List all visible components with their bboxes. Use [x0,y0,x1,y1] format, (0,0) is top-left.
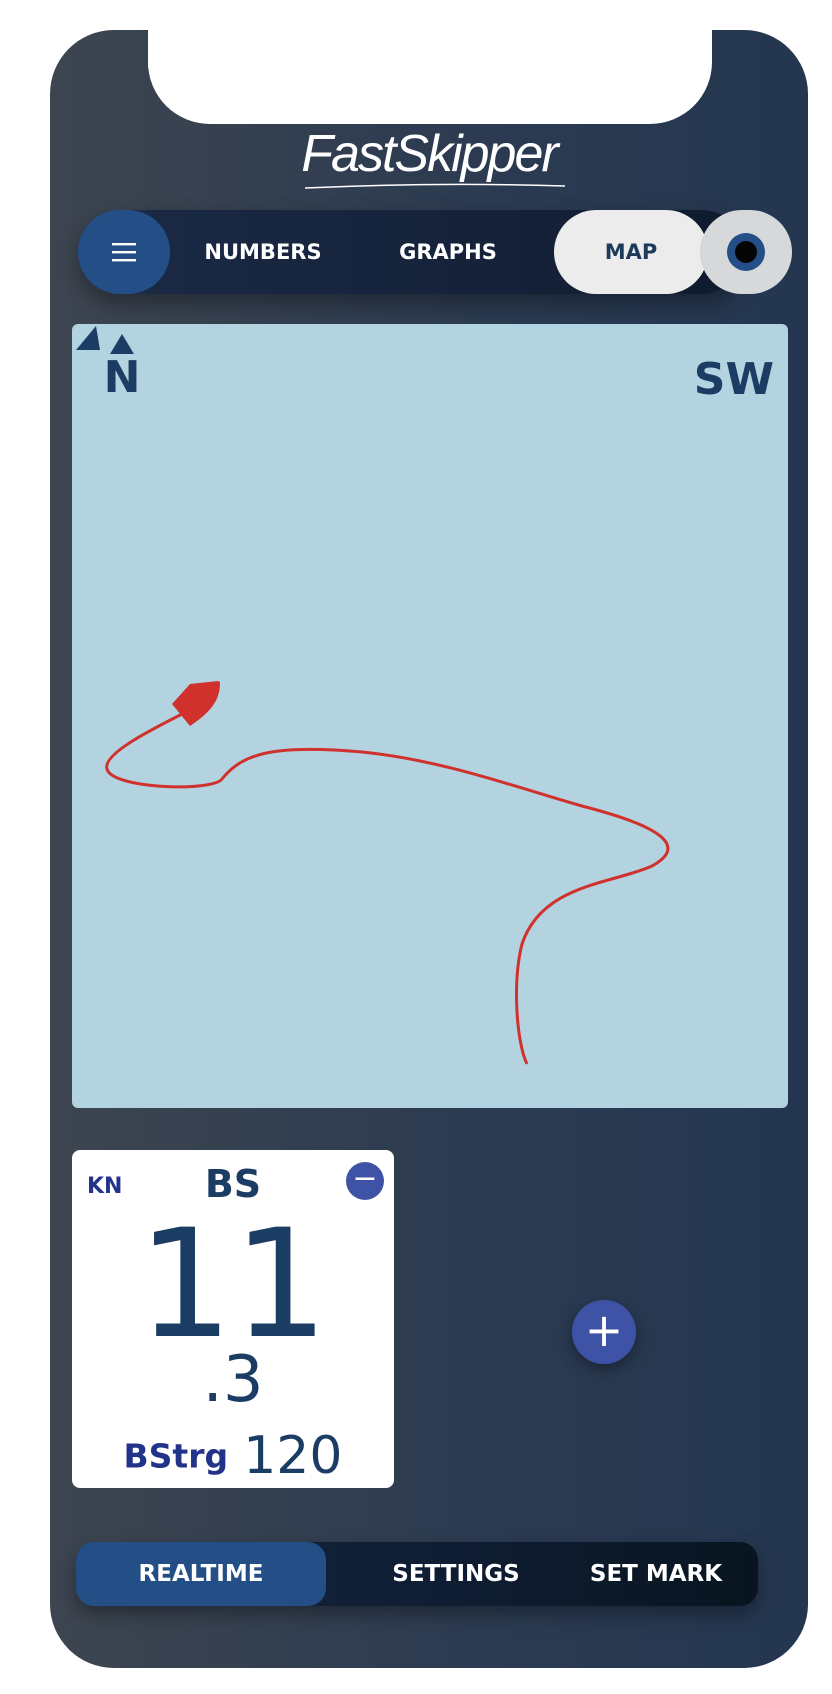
bottom-navigation: REALTIME SETTINGS SET MARK [76,1542,758,1606]
secondary-label: BStrg [123,1436,229,1476]
tab-realtime[interactable]: REALTIME [76,1542,326,1606]
device-notch [148,30,712,124]
logo-swoosh [304,183,566,189]
value-decimal: .3 [202,1343,264,1417]
top-navigation: NUMBERS GRAPHS MAP [78,210,744,294]
phone-frame: FastSkipper NUMBERS GRAPHS MAP N SW KN B… [50,30,808,1668]
value-integer: 11 [137,1198,329,1372]
app-logo: FastSkipper [301,125,558,183]
north-indicator: N [102,334,142,400]
boat-icon [172,681,220,726]
secondary-value: 120 [243,1426,343,1486]
hamburger-icon [112,243,136,262]
tab-numbers[interactable]: NUMBERS [188,210,338,294]
instrument-card[interactable]: KN BS − 11 .3 BStrg 120 [72,1150,394,1488]
tab-graphs[interactable]: GRAPHS [378,210,518,294]
tab-map[interactable]: MAP [554,210,708,294]
north-arrow-icon [110,334,134,354]
record-button[interactable] [700,210,792,294]
north-label: N [103,352,141,403]
tab-settings[interactable]: SETTINGS [376,1542,536,1606]
record-icon [727,233,765,271]
boat-track [105,707,670,1065]
wind-direction-label: SW [693,354,774,405]
remove-instrument-button[interactable]: − [346,1162,384,1200]
set-mark-button[interactable]: SET MARK [556,1542,756,1606]
add-instrument-button[interactable]: + [572,1300,636,1364]
secondary-reading: BStrg 120 [72,1426,394,1486]
map-canvas [105,681,670,1065]
menu-button[interactable] [78,210,170,294]
map-view[interactable]: N SW [72,324,788,1108]
wind-arrow-icon [76,326,100,350]
